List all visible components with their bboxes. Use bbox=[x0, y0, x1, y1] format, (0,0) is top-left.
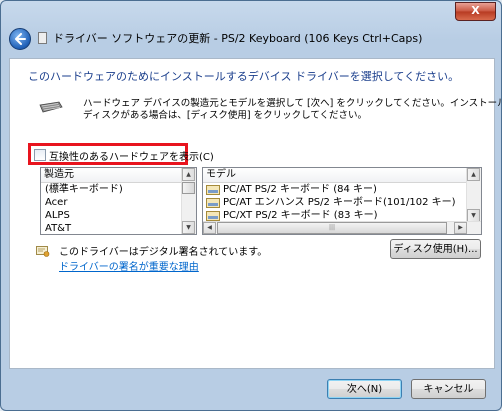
model-horizontal-scrollbar[interactable]: ◀ ||| ▶ bbox=[203, 221, 481, 234]
back-arrow-icon bbox=[15, 33, 26, 45]
model-listbox[interactable]: モデル PC/AT PS/2 キーボード (84 キー) PC/AT エンハンス… bbox=[202, 167, 482, 235]
signed-driver-icon bbox=[36, 246, 50, 257]
wizard-title: ドライバー ソフトウェアの更新 - PS/2 Keyboard (106 Key… bbox=[53, 32, 423, 45]
manufacturer-item[interactable]: ALPS bbox=[41, 209, 196, 222]
cancel-button[interactable]: キャンセル bbox=[411, 379, 486, 399]
scroll-thumb[interactable]: ||| bbox=[217, 222, 447, 234]
close-icon: X bbox=[471, 4, 480, 17]
signature-info-link[interactable]: ドライバーの署名が重要な理由 bbox=[59, 258, 199, 273]
manufacturer-item[interactable]: (標準キーボード) bbox=[41, 183, 196, 196]
compatible-hardware-checkbox[interactable] bbox=[34, 149, 46, 161]
scroll-up-arrow-icon[interactable]: ▲ bbox=[467, 168, 480, 181]
device-icon bbox=[38, 32, 47, 44]
model-item[interactable]: PC/AT エンハンス PS/2 キーボード(101/102 キー) bbox=[203, 196, 481, 209]
instruction-line-2: ディスクがある場合は、[ディスク使用] をクリックしてください。 bbox=[83, 110, 368, 121]
manufacturer-scrollbar[interactable]: ▲ ▼ bbox=[181, 168, 196, 234]
model-header: モデル bbox=[203, 168, 481, 183]
next-button[interactable]: 次へ(N) bbox=[327, 379, 402, 399]
scroll-left-arrow-icon[interactable]: ◀ bbox=[203, 222, 216, 234]
manufacturer-header: 製造元 bbox=[41, 168, 196, 183]
model-item-label: PC/AT PS/2 キーボード (84 キー) bbox=[223, 184, 377, 195]
back-button[interactable] bbox=[9, 28, 31, 50]
instruction-text: ハードウェア デバイスの製造元とモデルを選択して [次へ] をクリックしてくださ… bbox=[83, 98, 501, 122]
close-button[interactable]: X bbox=[455, 2, 496, 21]
compatible-hardware-label[interactable]: 互換性のあるハードウェアを表示(C) bbox=[49, 148, 214, 163]
scroll-up-arrow-icon[interactable]: ▲ bbox=[182, 168, 195, 181]
dialog-window: X ドライバー ソフトウェアの更新 - PS/2 Keyboard (106 K… bbox=[0, 0, 502, 411]
driver-icon bbox=[206, 210, 220, 221]
driver-icon bbox=[206, 184, 220, 195]
manufacturer-item[interactable]: Acer bbox=[41, 196, 196, 209]
instruction-line-1: ハードウェア デバイスの製造元とモデルを選択して [次へ] をクリックしてくださ… bbox=[83, 98, 501, 109]
driver-icon bbox=[206, 197, 220, 208]
page-heading: このハードウェアのためにインストールするデバイス ドライバーを選択してください。 bbox=[28, 70, 460, 83]
model-item[interactable]: PC/AT PS/2 キーボード (84 キー) bbox=[203, 183, 481, 196]
manufacturer-listbox[interactable]: 製造元 (標準キーボード) Acer ALPS AT&T ▲ ▼ bbox=[40, 167, 197, 235]
scroll-down-arrow-icon[interactable]: ▼ bbox=[182, 221, 195, 234]
scroll-right-arrow-icon[interactable]: ▶ bbox=[454, 222, 467, 234]
model-item-label: PC/AT エンハンス PS/2 キーボード(101/102 キー) bbox=[223, 197, 456, 208]
signature-status: このドライバーはデジタル署名されています。 bbox=[59, 247, 268, 258]
scroll-thumb[interactable] bbox=[182, 182, 195, 194]
have-disk-button[interactable]: ディスク使用(H)... bbox=[390, 239, 481, 259]
model-vertical-scrollbar[interactable]: ▲ ▼ bbox=[466, 168, 481, 222]
keyboard-icon bbox=[39, 101, 63, 113]
manufacturer-item[interactable]: AT&T bbox=[41, 222, 196, 234]
